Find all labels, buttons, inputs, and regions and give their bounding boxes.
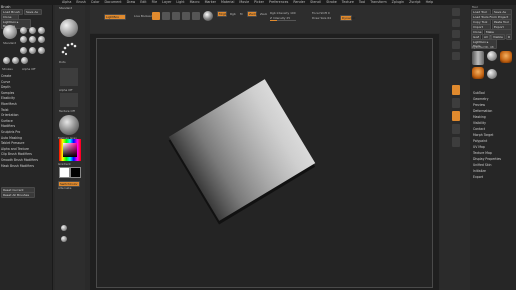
alpha-slot-icon[interactable] [60,68,78,86]
brush-preset-icon[interactable] [20,27,27,34]
edit-mode-icon[interactable] [152,12,160,20]
reset-all-brushes-button[interactable]: Reset All Brushes [1,192,35,198]
brush-thumbnail-icon[interactable] [3,25,17,39]
move-mode-icon[interactable] [172,12,180,20]
brush-preset-icon[interactable] [20,47,27,54]
bpr-icon[interactable] [452,8,460,16]
brush-name-label: Standard [3,41,17,45]
scale-mode-icon[interactable] [182,12,190,20]
spix-icon[interactable] [452,19,460,27]
draw-size-slider[interactable]: Draw Size 64 [312,16,331,20]
alternate-label: Alternate [58,186,72,190]
z-intensity-track[interactable] [270,20,296,21]
sphere-tool-icon[interactable] [487,69,497,79]
floor-icon[interactable] [452,98,460,108]
live-boolean-label[interactable]: Live Boolean [134,14,153,18]
tool-submenu-list: SubTool Geometry Preview Deformation Masking… [473,90,501,180]
local-icon[interactable] [452,111,460,121]
mrgb-button[interactable]: Mrgb [217,11,227,17]
current-tool-label: Cylinder3D. 48 [472,45,494,49]
lightbox-button[interactable]: LightBox [104,14,126,20]
stroke-type-label: Strokes [2,67,13,71]
brush-preset-icon[interactable] [38,47,45,54]
viewport-canvas[interactable] [90,34,439,290]
alpha-label: Alpha Off [22,67,36,71]
tool-submenu-export[interactable]: Export [473,174,501,180]
top-toolbar: LightBox Live Boolean Mrgb Rgb M Zadd Zs… [90,5,440,33]
current-brush-icon[interactable] [60,19,78,37]
zadd-button[interactable]: Zadd [247,11,257,17]
small-sphere-icon[interactable] [61,225,67,231]
document-frame[interactable] [96,38,433,288]
texture-slot-icon[interactable] [60,93,78,107]
color-swatches[interactable] [59,167,81,179]
focal-shift-slider[interactable]: Focal Shift 0 [312,11,330,15]
xyz-icon[interactable] [452,124,460,134]
frame-icon[interactable] [452,137,460,147]
polymesh-tool-icon[interactable] [472,67,484,79]
brush-slot-label: Standard [59,6,73,10]
brush-submenu-list: Create Curve Depth Samples Elasticity FiberMe… [1,74,38,169]
zsub-button[interactable]: Zsub [260,12,267,16]
rgb-intensity-slider[interactable]: Rgb Intensity 100 [270,11,296,15]
rgb-button[interactable]: Rgb [230,12,236,16]
brush-submenu-mask-brush-modifiers[interactable]: Mask Brush Modifiers [1,164,38,170]
shelf-column: Standard Dots Alpha Off Texture Off MatC… [55,5,85,290]
brush-panel: Brush Load Brush Save As Clone Lightbox … [0,5,53,290]
z-intensity-fill [270,20,277,21]
save-as-button[interactable]: Save As [24,9,42,15]
color-picker[interactable] [59,139,81,161]
brush-preset-icon[interactable] [29,27,36,34]
stroke-dots-icon[interactable] [60,41,78,57]
small-sphere-icon[interactable] [61,236,67,242]
persp-icon[interactable] [452,85,460,95]
cylinder-mesh[interactable] [168,79,316,221]
actual-icon[interactable] [452,52,460,60]
simple-brush-tool-icon[interactable] [500,51,512,63]
cylinder-tool-icon[interactable] [472,51,484,65]
goz-r-button[interactable]: R [506,34,512,40]
brush-preset-icon[interactable] [38,36,45,43]
rotate-mode-icon[interactable] [192,12,200,20]
brush-preset-icon[interactable] [21,57,28,64]
brush-preset-icon[interactable] [12,57,19,64]
alpha-slot-label: Alpha Off [59,88,73,92]
brush-preset-icon[interactable] [3,57,10,64]
stroke-slot-label: Dots [59,60,66,64]
sphere-tool-icon[interactable] [487,51,497,61]
draw-mode-icon[interactable] [162,12,170,20]
zoom-icon[interactable] [452,41,460,49]
material-preview-icon[interactable] [203,11,213,21]
gradient-label: Gradient [58,162,71,166]
scroll-icon[interactable] [452,30,460,38]
material-sphere-icon[interactable] [59,115,79,135]
tool-panel: Tool Load Tool Save As Load Tools From P… [470,5,516,290]
right-shelf [440,5,470,290]
brush-preset-icon[interactable] [29,47,36,54]
brush-preset-icon[interactable] [29,36,36,43]
m-button[interactable]: M [240,12,243,16]
brush-preset-icon[interactable] [20,36,27,43]
dynamic-button[interactable]: Dynamic [340,15,355,21]
brush-submenu-smooth-brush-modifiers[interactable]: Smooth Brush Modifiers [1,158,38,164]
brush-preset-icon[interactable] [38,27,45,34]
texture-slot-label: Texture Off [59,109,75,113]
